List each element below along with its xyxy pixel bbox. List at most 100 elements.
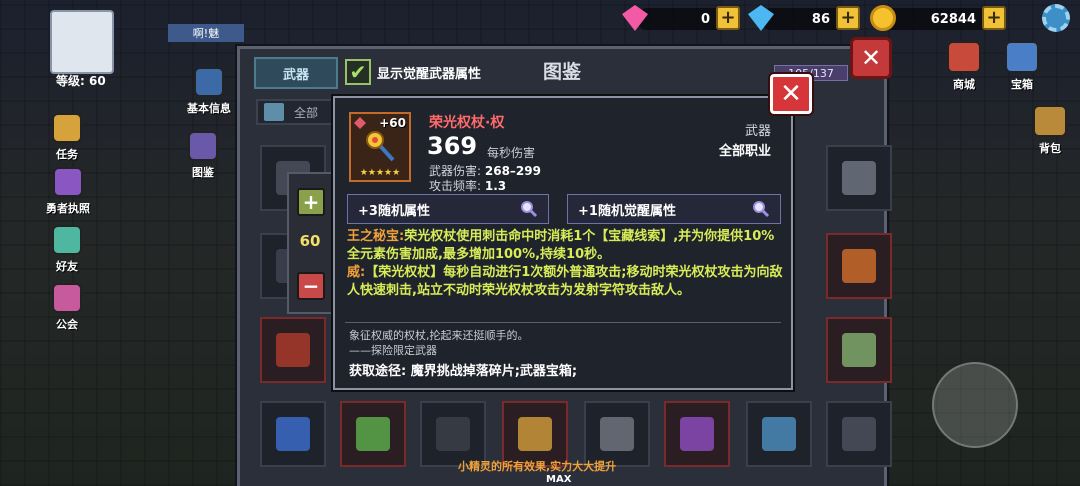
level-stepper-value: 60 <box>299 232 321 250</box>
scepter-icon <box>366 131 395 162</box>
weapon-category: 武器 <box>744 124 771 139</box>
menu-basic-info[interactable]: 基本信息 <box>186 60 232 116</box>
friends-icon <box>52 225 82 255</box>
settings-gear-icon[interactable] <box>1042 4 1070 32</box>
weapon-sprite-icon <box>842 249 876 283</box>
bottom-hint-text: 小精灵的所有效果,实力大大提升 <box>458 460 617 473</box>
skill2-name: 威: <box>347 265 366 280</box>
menu-license[interactable]: 勇者执照 <box>38 160 98 216</box>
awaken-attr-label: +1随机觉醒属性 <box>578 203 676 219</box>
coin-count: 62844 <box>930 11 976 27</box>
magnifier-icon <box>753 201 770 218</box>
detail-divider <box>345 322 781 323</box>
filter-1-label: 全部 <box>294 105 319 120</box>
random-attr-button[interactable]: +3随机属性 <box>347 194 549 224</box>
weapon-name: 荣光权杖·权 <box>429 115 505 131</box>
skill2-text: 【荣光权杖】每秒自动进行1次额外普通攻击;移动时荣光权杖攻击为向敌人快速刺击,站… <box>347 265 783 298</box>
coin-icon <box>870 5 896 31</box>
menu-codex-label: 图鉴 <box>192 166 214 179</box>
weapon-sprite-icon <box>356 417 390 451</box>
gem-count: 0 <box>700 11 710 27</box>
weapon-sprite-icon <box>518 417 552 451</box>
player-name-tag: 啊!魅 <box>168 24 244 42</box>
weapon-slot[interactable] <box>826 317 892 383</box>
magnifier-icon <box>521 201 538 218</box>
weapon-sprite-icon <box>436 417 470 451</box>
weapon-damage-value: 268–299 <box>484 164 541 178</box>
weapon-sprite-icon <box>842 333 876 367</box>
menu-bag[interactable]: 背包 <box>1024 100 1076 156</box>
weapon-dps: 369 <box>427 132 478 160</box>
weapon-sprite-icon <box>600 417 634 451</box>
add-blue-gems-button[interactable]: + <box>836 6 860 30</box>
weapon-class: 全部职业 <box>718 144 771 159</box>
weapon-detail-popup: +60 ★★★★★ 荣光权杖·权 369 每秒伤害 武器伤害: 268–299 … <box>333 96 793 390</box>
weapon-category-block: 武器 全部职业 <box>719 122 771 162</box>
bag-icon <box>1033 105 1067 137</box>
chest-icon <box>1005 41 1039 73</box>
add-gems-button[interactable]: + <box>716 6 740 30</box>
weapon-slot[interactable] <box>664 401 730 467</box>
player-avatar[interactable] <box>50 10 114 74</box>
menu-tasks[interactable]: 任务 <box>44 106 90 162</box>
weapon-sprite-icon <box>276 417 310 451</box>
weapon-sprite-icon <box>762 417 796 451</box>
menu-friends-label: 好友 <box>56 260 78 273</box>
weapon-rate-label: 攻击频率: <box>429 179 482 193</box>
weapon-level: +60 <box>379 116 406 130</box>
level-stepper: + 60 − <box>287 172 333 314</box>
weapon-slot[interactable] <box>260 401 326 467</box>
random-attr-label: +3随机属性 <box>358 203 430 219</box>
player-level: 等级: 60 <box>56 74 106 88</box>
weapon-slot[interactable] <box>826 233 892 299</box>
menu-bag-label: 背包 <box>1039 142 1061 155</box>
level-increase-button[interactable]: + <box>297 188 325 216</box>
menu-codex[interactable]: 图鉴 <box>180 124 226 180</box>
weapon-slot[interactable] <box>826 401 892 467</box>
codex-close-button[interactable]: ✕ <box>850 37 892 79</box>
weapon-slot[interactable] <box>826 145 892 211</box>
flavor-line-1: 象征权威的权杖,抡起来还挺顺手的。 <box>349 329 529 342</box>
menu-license-label: 勇者执照 <box>46 202 90 215</box>
weapon-sprite-icon <box>842 417 876 451</box>
weapon-slot[interactable] <box>746 401 812 467</box>
skill1-name: 王之秘宝: <box>347 229 405 244</box>
menu-guild[interactable]: 公会 <box>44 276 90 332</box>
weapon-rate-value: 1.3 <box>484 179 507 193</box>
weapon-slot[interactable] <box>340 401 406 467</box>
codex-icon <box>188 131 218 161</box>
menu-shop[interactable]: 商城 <box>938 36 990 92</box>
weapon-dps-label: 每秒伤害 <box>487 146 536 160</box>
menu-guild-label: 公会 <box>56 318 78 331</box>
menu-basic-info-label: 基本信息 <box>187 102 231 115</box>
weapon-sprite-icon <box>842 161 876 195</box>
add-coins-button[interactable]: + <box>982 6 1006 30</box>
menu-shop-label: 商城 <box>953 78 975 91</box>
blue-gem-count: 86 <box>811 11 830 27</box>
awaken-attr-button[interactable]: +1随机觉醒属性 <box>567 194 781 224</box>
weapon-slot[interactable] <box>260 317 326 383</box>
max-label: MAX <box>546 474 572 485</box>
menu-chest[interactable]: 宝箱 <box>996 36 1048 92</box>
level-decrease-button[interactable]: − <box>297 272 325 300</box>
attack-joystick[interactable] <box>932 362 1018 448</box>
weapon-sprite-icon <box>276 333 310 367</box>
shop-icon <box>947 41 981 73</box>
weapon-sprite-icon <box>680 417 714 451</box>
filter-icon <box>264 103 284 121</box>
task-icon <box>52 113 82 143</box>
flavor-line-2: ——探险限定武器 <box>349 344 437 357</box>
detail-close-button[interactable]: ✕ <box>770 74 812 114</box>
weapon-damage-label: 武器伤害: <box>429 164 482 178</box>
license-icon <box>53 167 83 197</box>
weapon-obtain-method: 获取途径: 魔界挑战掉落碎片;武器宝箱; <box>349 364 578 379</box>
info-icon <box>194 67 224 97</box>
weapon-stars: ★★★★★ <box>359 168 401 178</box>
skill1-text: 荣光权杖使用刺击命中时消耗1个【宝藏线索】,并为你提供10%全元素伤害加成,最多… <box>347 229 775 262</box>
menu-friends[interactable]: 好友 <box>44 218 90 274</box>
weapon-icon-frame: +60 ★★★★★ <box>349 112 411 182</box>
weapon-flavor-text: 象征权威的权杖,抡起来还挺顺手的。 ——探险限定武器 <box>349 328 529 358</box>
weapon-skill-description: 王之秘宝:荣光权杖使用刺击命中时消耗1个【宝藏线索】,并为你提供10%全元素伤害… <box>347 228 783 300</box>
guild-icon <box>52 283 82 313</box>
menu-chest-label: 宝箱 <box>1011 78 1033 91</box>
